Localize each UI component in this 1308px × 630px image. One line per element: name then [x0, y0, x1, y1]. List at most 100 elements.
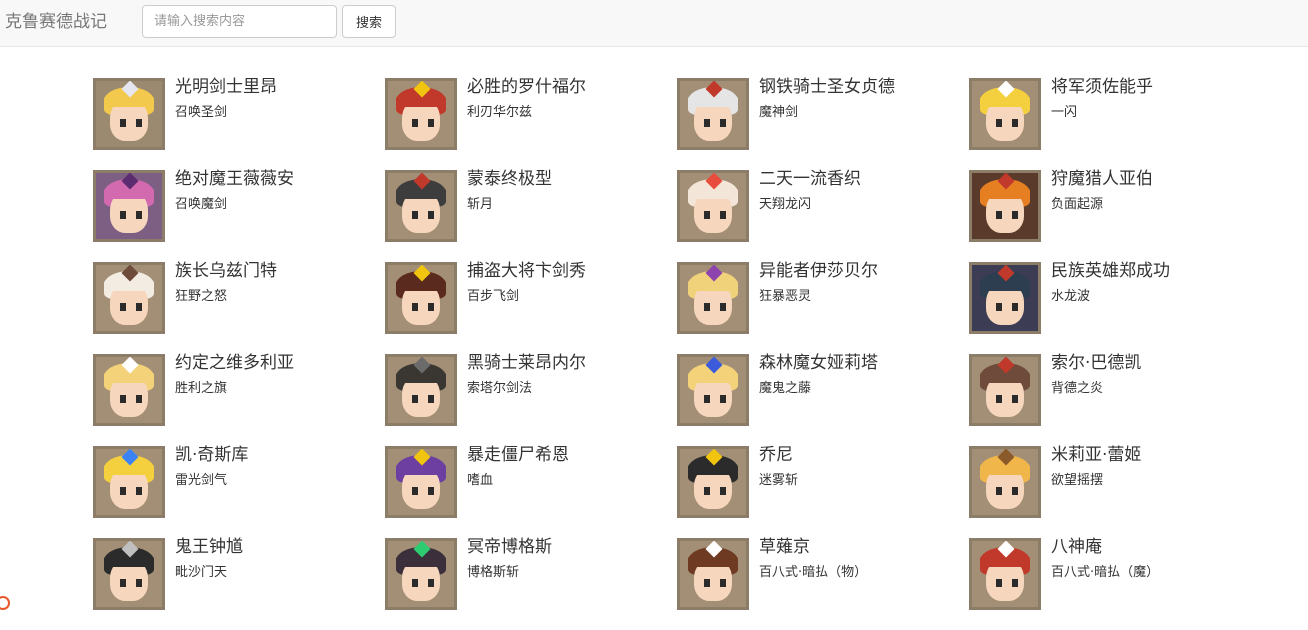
hero-card[interactable]: 狩魔猎人亚伯负面起源	[969, 169, 1261, 262]
hero-skill: 狂野之怒	[175, 289, 228, 304]
hero-skill: 欲望摇摆	[1051, 473, 1104, 488]
hero-skill: 百八式·暗払（物）	[759, 565, 868, 580]
hero-card[interactable]: 异能者伊莎贝尔狂暴恶灵	[677, 261, 969, 354]
hero-card[interactable]: 钢铁骑士圣女贞德魔神剑	[677, 77, 969, 170]
hero-card[interactable]: 二天一流香织天翔龙闪	[677, 169, 969, 262]
hero-card[interactable]: 森林魔女娅莉塔魔鬼之藤	[677, 353, 969, 446]
hero-portrait[interactable]	[93, 538, 165, 610]
hero-card[interactable]: 绝对魔王薇薇安召唤魔剑	[93, 169, 385, 262]
hero-portrait[interactable]	[677, 354, 749, 426]
hero-card[interactable]: 民族英雄郑成功 水龙波	[969, 261, 1261, 354]
hero-skill: 召唤圣剑	[175, 105, 228, 120]
hero-name[interactable]: 民族英雄郑成功	[1051, 261, 1170, 281]
hero-name[interactable]: 狩魔猎人亚伯	[1051, 169, 1153, 189]
hero-portrait[interactable]	[677, 262, 749, 334]
hero-skill: 博格斯斩	[467, 565, 520, 580]
hero-portrait[interactable]	[385, 354, 457, 426]
hero-skill: 毗沙门天	[175, 565, 228, 580]
hero-portrait[interactable]	[385, 262, 457, 334]
hero-name[interactable]: 异能者伊莎贝尔	[759, 261, 878, 281]
hero-skill: 魔鬼之藤	[759, 381, 812, 396]
hero-name[interactable]: 钢铁骑士圣女贞德	[759, 77, 895, 97]
hero-portrait[interactable]	[385, 78, 457, 150]
hero-portrait[interactable]	[969, 78, 1041, 150]
hero-skill: 一闪	[1051, 105, 1078, 120]
navbar: 克鲁赛德战记 搜索	[0, 0, 1308, 47]
hero-card[interactable]: 族长乌兹门特狂野之怒	[93, 261, 385, 354]
hero-skill: 召唤魔剑	[175, 197, 228, 212]
hero-skill: 雷光剑气	[175, 473, 228, 488]
hero-portrait[interactable]	[969, 262, 1041, 334]
hero-portrait[interactable]	[93, 78, 165, 150]
hero-portrait[interactable]	[969, 446, 1041, 518]
hero-name[interactable]: 乔尼	[759, 445, 793, 465]
hero-portrait[interactable]	[677, 538, 749, 610]
hero-name[interactable]: 二天一流香织	[759, 169, 861, 189]
hero-card[interactable]: 约定之维多利亚胜利之旗	[93, 353, 385, 446]
hero-skill: 魔神剑	[759, 105, 799, 120]
hero-card[interactable]: 鬼王钟馗 毗沙门天	[93, 537, 385, 630]
hero-skill: 负面起源	[1051, 197, 1104, 212]
hero-card[interactable]: 索尔·巴德凯背德之炎	[969, 353, 1261, 446]
hero-portrait[interactable]	[677, 446, 749, 518]
hero-name[interactable]: 族长乌兹门特	[175, 261, 277, 281]
hero-card[interactable]: 黑骑士莱昂内尔索塔尔剑法	[385, 353, 677, 446]
hero-portrait[interactable]	[385, 170, 457, 242]
brand-title[interactable]: 克鲁赛德战记	[5, 12, 107, 32]
hero-card[interactable]: 暴走僵尸希恩 嗜血	[385, 445, 677, 538]
hero-portrait[interactable]	[93, 170, 165, 242]
hero-card[interactable]: 凯·奇斯库雷光剑气	[93, 445, 385, 538]
hero-skill: 胜利之旗	[175, 381, 228, 396]
hero-card[interactable]: 捕盗大将卞剑秀百步飞剑	[385, 261, 677, 354]
corner-logo-icon	[0, 596, 10, 610]
hero-portrait[interactable]	[385, 446, 457, 518]
hero-skill: 斩月	[467, 197, 494, 212]
hero-portrait[interactable]	[677, 170, 749, 242]
hero-card[interactable]: 必胜的罗什福尔利刃华尔兹	[385, 77, 677, 170]
hero-name[interactable]: 必胜的罗什福尔	[467, 77, 586, 97]
hero-portrait[interactable]	[677, 78, 749, 150]
hero-card[interactable]: 八神庵百八式·暗払（魔）	[969, 537, 1261, 630]
hero-portrait[interactable]	[969, 538, 1041, 610]
hero-portrait[interactable]	[969, 170, 1041, 242]
hero-card[interactable]: 蒙泰终极型 斩月	[385, 169, 677, 262]
hero-skill: 索塔尔剑法	[467, 381, 533, 396]
hero-name[interactable]: 凯·奇斯库	[175, 445, 248, 465]
hero-skill: 百步飞剑	[467, 289, 520, 304]
hero-name[interactable]: 将军须佐能乎	[1051, 77, 1153, 97]
hero-portrait[interactable]	[93, 262, 165, 334]
hero-name[interactable]: 黑骑士莱昂内尔	[467, 353, 586, 373]
hero-portrait[interactable]	[93, 354, 165, 426]
hero-portrait[interactable]	[385, 538, 457, 610]
hero-skill: 背德之炎	[1051, 381, 1104, 396]
hero-name[interactable]: 米莉亚·蕾姬	[1051, 445, 1141, 465]
hero-name[interactable]: 捕盗大将卞剑秀	[467, 261, 586, 281]
hero-name[interactable]: 索尔·巴德凯	[1051, 353, 1141, 373]
hero-card[interactable]: 冥帝博格斯 博格斯斩	[385, 537, 677, 630]
hero-card[interactable]: 米莉亚·蕾姬欲望摇摆	[969, 445, 1261, 538]
hero-name[interactable]: 绝对魔王薇薇安	[175, 169, 294, 189]
hero-skill: 狂暴恶灵	[759, 289, 812, 304]
hero-name[interactable]: 八神庵	[1051, 537, 1102, 557]
hero-card[interactable]: 光明剑士里昂召唤圣剑	[93, 77, 385, 170]
hero-name[interactable]: 约定之维多利亚	[175, 353, 294, 373]
hero-skill: 迷雾斩	[759, 473, 799, 488]
hero-name[interactable]: 蒙泰终极型	[467, 169, 552, 189]
search-input[interactable]	[142, 5, 337, 38]
hero-skill: 天翔龙闪	[759, 197, 812, 212]
hero-name[interactable]: 冥帝博格斯	[467, 537, 552, 557]
hero-name[interactable]: 光明剑士里昂	[175, 77, 277, 97]
hero-name[interactable]: 草薙京	[759, 537, 810, 557]
hero-name[interactable]: 森林魔女娅莉塔	[759, 353, 878, 373]
hero-skill: 利刃华尔兹	[467, 105, 533, 120]
hero-skill: 百八式·暗払（魔）	[1051, 565, 1160, 580]
hero-grid: 光明剑士里昂 召唤圣剑 必胜的罗什福尔 利刃华尔兹 钢铁骑士圣女贞德 魔神剑 将军须佐能乎一…	[93, 77, 1261, 630]
search-button[interactable]: 搜索	[342, 5, 396, 38]
hero-portrait[interactable]	[969, 354, 1041, 426]
hero-portrait[interactable]	[93, 446, 165, 518]
hero-card[interactable]: 乔尼 迷雾斩	[677, 445, 969, 538]
hero-card[interactable]: 草薙京百八式·暗払（物）	[677, 537, 969, 630]
hero-name[interactable]: 暴走僵尸希恩	[467, 445, 569, 465]
hero-name[interactable]: 鬼王钟馗	[175, 537, 243, 557]
hero-card[interactable]: 将军须佐能乎 一闪	[969, 77, 1261, 170]
